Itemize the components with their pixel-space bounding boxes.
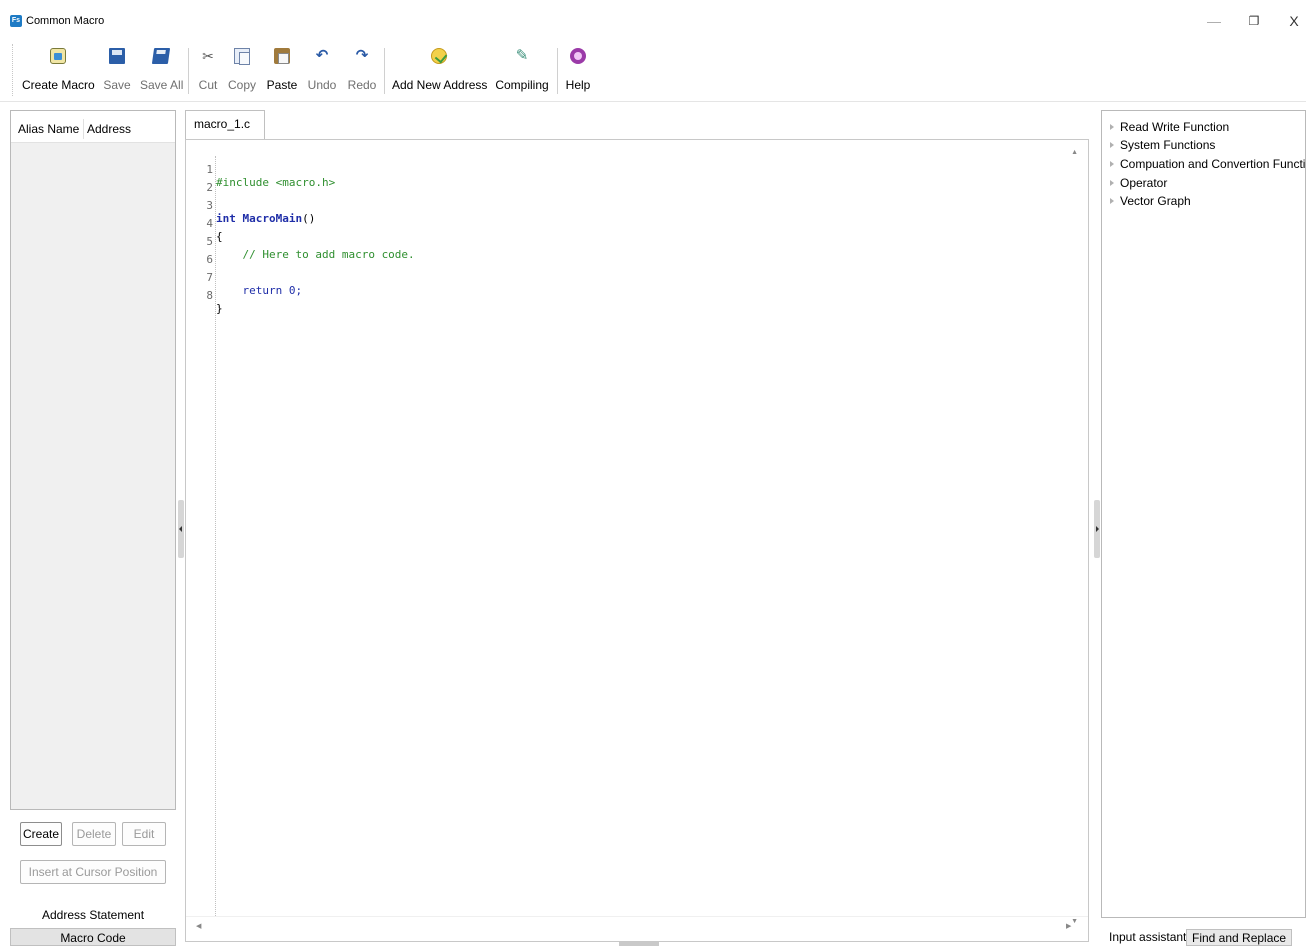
code-line: 2 [196, 168, 236, 194]
paste-button[interactable]: Paste [266, 46, 298, 96]
title-bar: Fs Common Macro — ❐ X [0, 0, 1306, 40]
line-number: 8 [206, 289, 213, 302]
help-label: Help [565, 78, 591, 92]
add-new-address-label: Add New Address [392, 78, 488, 92]
editor-tab[interactable]: macro_1.c X [185, 110, 265, 157]
code-line: 4 { [196, 204, 236, 243]
save-all-icon [151, 48, 171, 64]
toolbar-grip[interactable] [12, 44, 14, 96]
tree-item-label: Compuation and Convertion Function [1120, 157, 1306, 171]
toolbar-separator [384, 48, 385, 94]
cut-label: Cut [198, 78, 218, 92]
function-tree[interactable]: Read Write Function System Functions Com… [1101, 110, 1306, 918]
help-button[interactable]: Help [564, 46, 592, 96]
expand-arrow-icon[interactable] [1110, 124, 1114, 130]
code-text: } [216, 302, 223, 315]
insert-at-cursor-button[interactable]: Insert at Cursor Position [20, 860, 166, 884]
toolbar-separator [188, 48, 189, 94]
code-comment: // Here to add macro code. [216, 248, 415, 261]
tree-item-label: Vector Graph [1120, 194, 1191, 208]
toolbar: Create Macro Save Save All ✂ Cut Copy Pa… [0, 40, 1306, 102]
tree-item-read-write-function[interactable]: Read Write Function [1110, 120, 1229, 134]
code-area[interactable]: 1 #include <macro.h> 2 3 int MacroMain()… [196, 148, 1074, 922]
help-icon [570, 48, 586, 64]
scroll-down-icon[interactable]: ▼ [1071, 918, 1078, 925]
copy-button[interactable]: Copy [226, 46, 258, 96]
create-macro-button[interactable]: Create Macro [22, 46, 95, 96]
create-macro-label: Create Macro [22, 78, 95, 92]
tree-item-computation-conversion[interactable]: Compuation and Convertion Function [1110, 157, 1306, 171]
toolbar-separator [557, 48, 558, 94]
tab-address-statement[interactable]: Address Statement [10, 906, 176, 928]
maximize-button[interactable]: ❐ [1239, 10, 1269, 32]
redo-icon: ↷ [355, 47, 369, 64]
code-line: 5 // Here to add macro code. [196, 222, 414, 261]
window-title: Common Macro [26, 15, 105, 27]
scroll-right-icon[interactable]: ▶ [1066, 922, 1071, 930]
magic-wand-icon: ✎ [515, 47, 529, 64]
redo-button[interactable]: ↷ Redo [346, 46, 378, 96]
tree-item-label: Read Write Function [1120, 120, 1230, 134]
code-line: 6 [196, 240, 236, 266]
close-button[interactable]: X [1279, 10, 1306, 32]
save-all-button[interactable]: Save All [140, 46, 184, 96]
scissors-icon: ✂ [202, 48, 214, 64]
code-line: 3 int MacroMain() [196, 186, 315, 225]
create-macro-icon [50, 48, 66, 64]
save-button[interactable]: Save [103, 46, 131, 96]
compiling-button[interactable]: ✎ Compiling [494, 46, 550, 96]
function-name-text: MacroMain [242, 212, 303, 225]
undo-icon: ↶ [315, 47, 329, 64]
tree-item-vector-graph[interactable]: Vector Graph [1110, 194, 1191, 208]
minimize-button[interactable]: — [1199, 10, 1229, 32]
expand-arrow-icon[interactable] [1110, 180, 1114, 186]
editor-tab-label: macro_1.c [194, 117, 251, 131]
right-collapse-handle[interactable] [1094, 500, 1100, 558]
add-new-address-button[interactable]: Add New Address [392, 46, 488, 96]
edit-button[interactable]: Edit [122, 822, 166, 846]
copy-label: Copy [227, 78, 256, 92]
add-address-icon [431, 48, 447, 64]
tree-item-operator[interactable]: Operator [1110, 176, 1167, 190]
tree-item-label: Operator [1120, 176, 1168, 190]
tab-find-and-replace[interactable]: Find and Replace [1186, 929, 1293, 946]
code-editor[interactable]: 1 #include <macro.h> 2 3 int MacroMain()… [185, 139, 1089, 942]
code-line: 7 return 0; [196, 258, 302, 297]
app-icon: Fs [10, 15, 22, 27]
alias-name-column-header[interactable]: Alias Name [18, 122, 79, 136]
save-label: Save [103, 78, 131, 92]
code-line: 1 #include <macro.h> [196, 150, 335, 189]
code-text: () [302, 212, 316, 225]
paste-label: Paste [266, 78, 298, 92]
code-line: 8 } [196, 276, 236, 315]
compiling-label: Compiling [495, 78, 549, 92]
tree-item-system-functions[interactable]: System Functions [1110, 138, 1215, 152]
address-column-header[interactable]: Address [87, 122, 131, 136]
cut-button[interactable]: ✂ Cut [197, 46, 219, 96]
tab-input-assistant[interactable]: Input assistant [1104, 929, 1191, 946]
copy-icon [234, 48, 250, 65]
expand-arrow-icon[interactable] [1110, 161, 1114, 167]
list-header: Alias Name Address [11, 111, 175, 143]
undo-button[interactable]: ↶ Undo [305, 46, 339, 96]
column-divider[interactable] [83, 119, 84, 139]
scroll-up-icon[interactable]: ▲ [1071, 149, 1078, 156]
create-button[interactable]: Create [20, 822, 62, 846]
redo-label: Redo [347, 78, 377, 92]
tree-item-label: System Functions [1120, 138, 1216, 152]
save-all-label: Save All [140, 78, 184, 92]
save-icon [109, 48, 125, 64]
tab-macro-code[interactable]: Macro Code [10, 928, 176, 946]
editor-resize-grip[interactable] [619, 942, 659, 946]
expand-arrow-icon[interactable] [1110, 142, 1114, 148]
horizontal-scrollbar[interactable] [186, 916, 1088, 934]
scroll-left-icon[interactable]: ◀ [196, 922, 201, 930]
expand-arrow-icon[interactable] [1110, 198, 1114, 204]
undo-label: Undo [307, 78, 337, 92]
delete-button[interactable]: Delete [72, 822, 116, 846]
clipboard-icon [274, 48, 290, 64]
left-collapse-handle[interactable] [178, 500, 184, 558]
alias-address-list[interactable]: Alias Name Address [10, 110, 176, 810]
